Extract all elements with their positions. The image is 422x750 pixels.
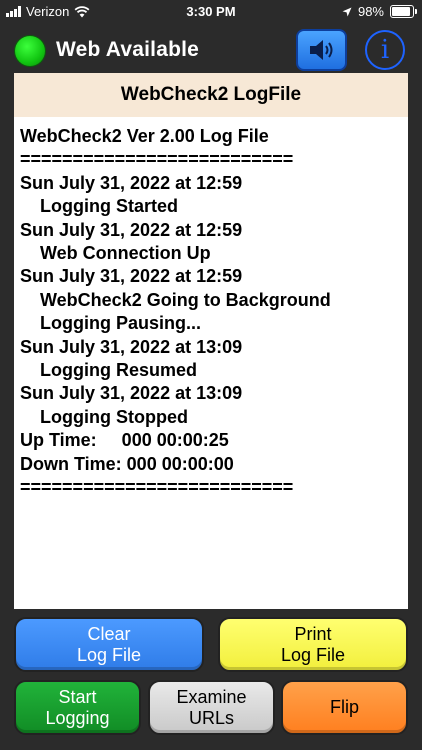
log-line: Sun July 31, 2022 at 12:59	[20, 266, 243, 287]
log-line: Logging Stopped	[40, 406, 188, 427]
log-line: ==========================	[20, 477, 294, 498]
flip-button[interactable]: Flip	[281, 680, 408, 735]
start-logging-button[interactable]: Start Logging	[14, 680, 141, 735]
log-line: Logging Pausing...	[40, 313, 201, 334]
info-button[interactable]: i	[365, 30, 405, 70]
info-icon: i	[380, 35, 390, 65]
log-title-bar: WebCheck2 LogFile	[14, 73, 408, 117]
log-line: WebCheck2 Going to Background	[40, 289, 331, 310]
battery-icon	[390, 5, 417, 18]
battery-fill	[392, 7, 410, 16]
location-arrow-icon	[342, 7, 352, 16]
connection-status-label: Web Available	[56, 38, 200, 61]
log-line: Logging Started	[40, 196, 178, 217]
log-line: ==========================	[20, 149, 294, 170]
examine-urls-button[interactable]: Examine URLs	[148, 680, 275, 735]
log-line: Web Connection Up	[40, 243, 211, 264]
log-line: Sun July 31, 2022 at 13:09	[20, 336, 243, 357]
log-line: Up Time: 000 00:00:25	[20, 430, 229, 451]
clear-log-file-button[interactable]: Clear Log File	[14, 617, 204, 672]
speaker-icon	[309, 40, 332, 60]
log-line: Sun July 31, 2022 at 13:09	[20, 383, 243, 404]
log-title: WebCheck2 LogFile	[120, 84, 302, 105]
log-text-area[interactable]: WebCheck2 Ver 2.00 Log File =============…	[14, 117, 408, 609]
log-line: Logging Resumed	[40, 360, 197, 381]
status-bar: Verizon 3:30 PM 98%	[0, 0, 422, 24]
log-line: Sun July 31, 2022 at 12:59	[20, 219, 243, 240]
print-log-file-button[interactable]: Print Log File	[218, 617, 408, 672]
battery-percent: 98%	[357, 4, 384, 19]
status-bar-right: 98%	[342, 4, 417, 19]
log-line: WebCheck2 Ver 2.00 Log File	[20, 126, 269, 146]
log-line: Down Time: 000 00:00:00	[20, 453, 234, 474]
log-line: Sun July 31, 2022 at 12:59	[20, 172, 243, 193]
sound-toggle-button[interactable]	[296, 29, 347, 71]
connection-status-indicator	[15, 36, 45, 66]
